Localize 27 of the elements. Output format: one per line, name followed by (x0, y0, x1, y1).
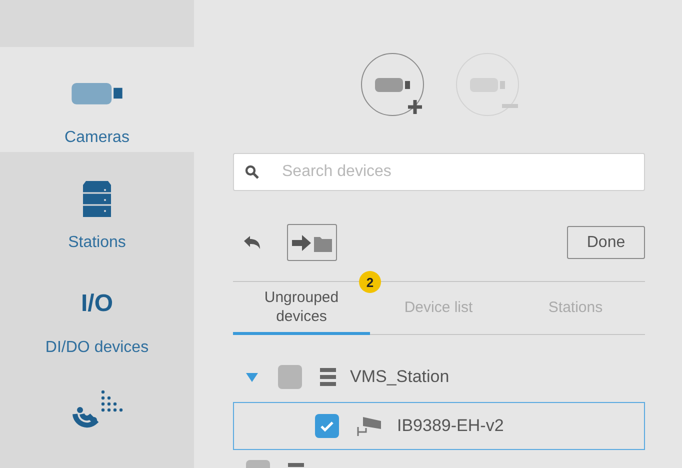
search-field[interactable]: Search devices (233, 153, 645, 191)
checkbox[interactable] (315, 414, 339, 438)
undo-icon[interactable] (243, 236, 261, 250)
sidebar-item[interactable]: Stations (0, 152, 194, 258)
device-name: VMS_Station (350, 367, 450, 387)
sidebar-item[interactable]: Cameras (0, 46, 194, 152)
io-icon: I/O (80, 290, 113, 318)
move-to-folder-icon (292, 232, 332, 252)
security-camera-icon (357, 415, 383, 437)
checkmark-icon (320, 420, 334, 432)
search-icon (245, 165, 259, 179)
add-camera-button[interactable] (361, 53, 424, 116)
server-icon (320, 368, 336, 386)
tree-row[interactable]: IB9389-EH-v2 (233, 402, 645, 450)
move-to-folder-button[interactable] (287, 224, 337, 261)
camera-icon (374, 76, 410, 92)
camera-icon (71, 82, 123, 106)
checkbox[interactable] (278, 365, 302, 389)
sidebar-item[interactable]: I/O DI/DO devices (0, 257, 194, 363)
server-icon (83, 180, 111, 217)
device-name: IB9389-EH-v2 (397, 416, 504, 436)
expand-icon[interactable] (246, 372, 258, 382)
camera-icon (470, 76, 506, 92)
plus-icon (407, 99, 423, 115)
done-button[interactable]: Done (567, 226, 645, 259)
count-badge: 2 (359, 271, 381, 293)
tree-row[interactable]: VMS_Station (233, 355, 645, 399)
